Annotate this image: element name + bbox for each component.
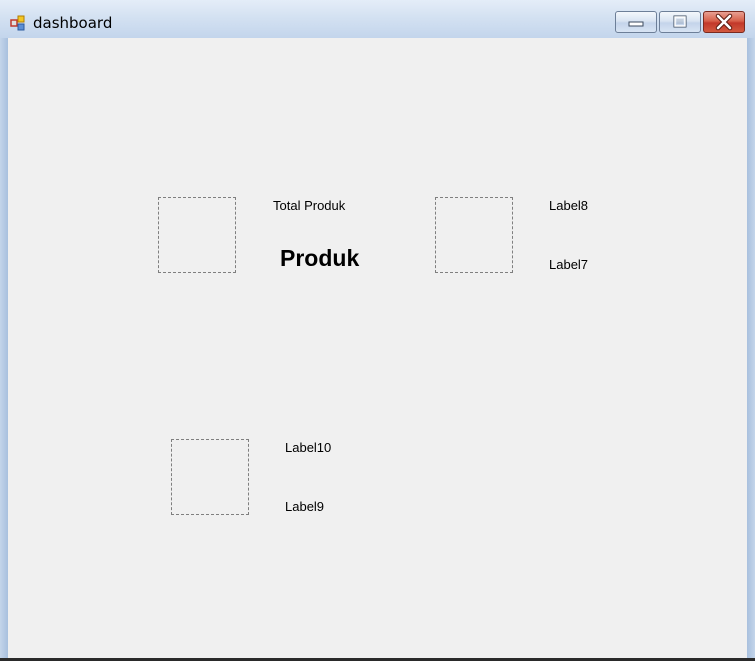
maximize-icon (673, 15, 687, 28)
produk-value-label: Produk (280, 245, 360, 271)
maximize-button[interactable] (659, 11, 701, 33)
title-bar[interactable]: dashboard (0, 0, 755, 38)
total-produk-label: Total Produk (273, 198, 346, 213)
window-frame-right (747, 38, 755, 661)
minimize-icon (628, 21, 644, 27)
label10: Label10 (285, 440, 332, 455)
dashboard-window: dashboard Total Produk Produk Label8 Lab… (0, 0, 755, 661)
window-title: dashboard (33, 14, 113, 32)
minimize-button[interactable] (615, 11, 657, 33)
form-client-area: Total Produk Produk Label8 Label7 Label1… (8, 38, 747, 658)
picture-box-2 (435, 197, 513, 273)
label7: Label7 (549, 257, 589, 272)
picture-box-3 (171, 439, 249, 515)
app-icon[interactable] (10, 15, 26, 31)
picture-box-1 (158, 197, 236, 273)
label9: Label9 (285, 499, 325, 514)
window-frame-left (0, 38, 8, 661)
close-icon (715, 13, 733, 31)
label8: Label8 (549, 198, 589, 213)
close-button[interactable] (703, 11, 745, 33)
